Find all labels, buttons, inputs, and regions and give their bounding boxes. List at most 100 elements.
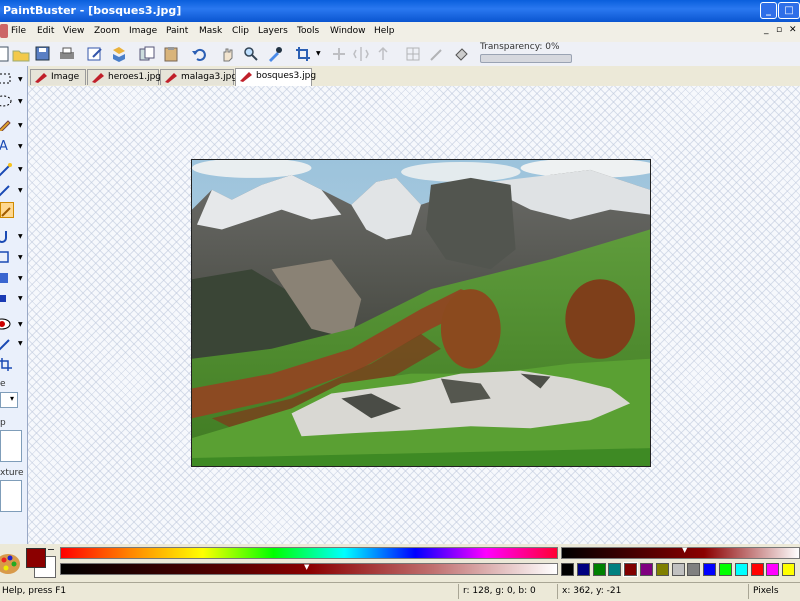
child-close-button[interactable]: ✕ — [789, 25, 797, 35]
clipboard-icon[interactable] — [162, 45, 180, 63]
transparency-slider[interactable] — [480, 54, 572, 63]
tool-panel: ▼ ▼ ▼ A ▼ ▼ ▼ ▼ ▼ ▼ ▼ ▼ ▼ e ▾ p xture — [0, 66, 28, 544]
print-icon[interactable] — [58, 45, 76, 63]
tab-bosques3[interactable]: bosques3.jpg — [235, 68, 316, 86]
primary-gradient-bar[interactable] — [561, 547, 800, 559]
color-swatch[interactable] — [703, 563, 717, 576]
paint-bucket-icon[interactable] — [452, 45, 470, 63]
color-swatch[interactable] — [592, 563, 606, 576]
svg-text:A: A — [0, 139, 8, 152]
status-units: Pixels — [753, 586, 779, 596]
dropdown-arrow-icon[interactable]: ▼ — [18, 98, 23, 105]
effects-icon — [404, 45, 422, 63]
maximize-button[interactable]: □ — [778, 2, 800, 19]
dropdown-arrow-icon[interactable]: ▼ — [18, 76, 23, 83]
status-divider — [557, 584, 558, 599]
status-divider — [458, 584, 459, 599]
image-file-icon — [35, 73, 47, 83]
hand-icon[interactable] — [218, 45, 236, 63]
texture-label: xture — [0, 468, 24, 478]
tab-image-1[interactable]: Image 1 — [30, 69, 86, 97]
status-divider — [748, 584, 749, 599]
color-swatch[interactable] — [766, 563, 780, 576]
child-minimize-button[interactable]: _ — [764, 25, 769, 35]
copy-icon[interactable] — [110, 45, 128, 63]
status-bar: Help, press F1 r: 128, g: 0, b: 0 x: 362… — [0, 582, 800, 601]
save-icon[interactable] — [34, 45, 52, 63]
image-file-icon — [165, 73, 177, 83]
dropdown-arrow-icon[interactable]: ▼ — [18, 254, 23, 261]
color-swatch[interactable] — [687, 563, 701, 576]
title-bar[interactable]: PaintBuster - [bosques3.jpg] _ □ — [0, 0, 800, 22]
dropdown-arrow-icon[interactable]: ▼ — [18, 122, 23, 129]
primary-color-swatch[interactable] — [26, 548, 46, 568]
menu-file[interactable]: File — [11, 26, 26, 36]
new-icon[interactable] — [0, 45, 12, 63]
open-icon[interactable] — [12, 45, 30, 63]
crop-icon[interactable] — [294, 45, 312, 63]
dropdown-arrow-icon[interactable]: ▼ — [18, 321, 23, 328]
status-help: Help, press F1 — [2, 586, 67, 596]
menu-window[interactable]: Window — [330, 26, 366, 36]
texture-preview-box[interactable] — [0, 480, 22, 512]
color-swatch[interactable] — [640, 563, 653, 576]
menu-help[interactable]: Help — [374, 26, 395, 36]
color-swatch[interactable] — [576, 563, 590, 576]
menu-clip[interactable]: Clip — [232, 26, 249, 36]
menu-layers[interactable]: Layers — [258, 26, 288, 36]
menu-zoom[interactable]: Zoom — [94, 26, 120, 36]
toolbar: ▼ — [0, 42, 800, 67]
panel-label-partial: p — [0, 418, 6, 428]
tab-heroes1[interactable]: heroes1.jpg — [87, 69, 161, 85]
child-restore-button[interactable]: ▫ — [776, 25, 782, 35]
color-swatch[interactable] — [561, 563, 574, 576]
image-canvas[interactable] — [191, 159, 651, 467]
dropdown-arrow-icon[interactable]: ▼ — [18, 233, 23, 240]
gradient-marker-icon: ▼ — [682, 546, 688, 554]
palette-icon[interactable] — [0, 550, 20, 576]
hue-spectrum[interactable] — [60, 547, 558, 559]
zoom-icon[interactable] — [242, 45, 260, 63]
color-swatch[interactable] — [671, 563, 685, 576]
color-swatch[interactable] — [608, 563, 622, 576]
dropdown-arrow-icon[interactable]: ▼ — [18, 275, 23, 282]
tab-malaga3[interactable]: malaga3.jpg — [160, 69, 237, 85]
dropdown-arrow-icon[interactable]: ▼ — [18, 143, 23, 150]
minimize-button[interactable]: _ — [760, 2, 777, 19]
chevron-down-icon: ▾ — [10, 394, 15, 403]
menu-tools[interactable]: Tools — [297, 26, 319, 36]
color-swatch[interactable] — [719, 563, 732, 576]
resize-icon — [330, 45, 348, 63]
color-swatch[interactable] — [734, 563, 748, 576]
shade-marker-icon: ▼ — [304, 563, 310, 571]
eyedropper-icon[interactable] — [266, 45, 284, 63]
landscape-photo — [192, 160, 650, 466]
dropdown-arrow-icon[interactable]: ▼ — [18, 166, 23, 173]
dropdown-arrow-icon[interactable]: ▼ — [18, 187, 23, 194]
menu-edit[interactable]: Edit — [37, 26, 54, 36]
crop-tool-icon[interactable] — [0, 356, 22, 372]
color-swatch[interactable] — [782, 563, 796, 576]
tool-size-select[interactable]: ▾ — [0, 392, 18, 408]
rotate-icon — [374, 45, 392, 63]
dropdown-arrow-icon[interactable]: ▼ — [18, 295, 23, 302]
status-coords: x: 362, y: -21 — [562, 586, 622, 596]
edit-icon[interactable] — [86, 45, 104, 63]
crop-dropdown-icon[interactable]: ▼ — [316, 50, 321, 57]
menu-image[interactable]: Image — [129, 26, 157, 36]
color-swatch[interactable] — [655, 563, 669, 576]
tool-preview-box[interactable] — [0, 430, 22, 462]
color-swatch[interactable] — [750, 563, 764, 576]
smudge-icon[interactable] — [0, 202, 14, 218]
paste-icon[interactable] — [138, 45, 156, 63]
document-menu-icon[interactable] — [0, 24, 8, 38]
tab-label: heroes1.jpg — [108, 72, 161, 82]
dropdown-arrow-icon[interactable]: ▼ — [18, 340, 23, 347]
color-swatch[interactable] — [623, 562, 639, 577]
menu-mask[interactable]: Mask — [199, 26, 222, 36]
menu-paint[interactable]: Paint — [166, 26, 188, 36]
color-reset-icon[interactable] — [48, 549, 54, 550]
menu-view[interactable]: View — [63, 26, 84, 36]
palette-bar: ▼ ▼ — [0, 544, 800, 582]
undo-icon[interactable] — [190, 45, 208, 63]
